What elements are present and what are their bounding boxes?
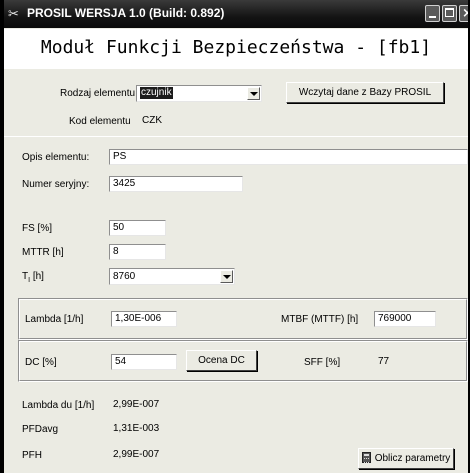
description-input[interactable]: PS — [109, 149, 468, 165]
ti-select[interactable]: 8760 — [109, 268, 235, 285]
lambda-label: Lambda [1/h] — [25, 314, 84, 325]
serial-number-input[interactable]: 3425 — [109, 176, 243, 192]
element-type-group: Rodzaj elementu czujnik Wczytaj dane z B… — [4, 68, 468, 137]
ti-value: 8760 — [113, 271, 136, 282]
sff-field: 77 — [374, 354, 436, 370]
close-icon: × — [462, 6, 468, 21]
app-icon: ✂ — [8, 6, 19, 21]
lambda-input[interactable]: 1,30E-006 — [111, 311, 177, 327]
pfdavg-label: PFDavg — [22, 424, 59, 435]
dc-group: DC [%] 54 Ocena DC SFF [%] 77 — [18, 340, 468, 382]
mtbf-label: MTBF (MTTF) [h] — [281, 314, 359, 325]
mttr-input[interactable]: 8 — [109, 244, 166, 260]
element-type-value: czujnik — [140, 87, 173, 99]
minimize-icon — [429, 16, 436, 18]
pfdavg-field: 1,31E-003 — [109, 421, 169, 437]
pfh-field: 2,99E-007 — [109, 447, 169, 463]
pfh-label: PFH — [22, 450, 42, 461]
calculate-parameters-label: Oblicz parametry — [374, 453, 451, 464]
fs-input[interactable]: 50 — [109, 220, 166, 236]
ti-dropdown-arrow-icon[interactable] — [220, 270, 233, 283]
dc-assessment-button[interactable]: Ocena DC — [186, 350, 257, 371]
title-bar[interactable]: ✂ PROSIL WERSJA 1.0 (Build: 0.892) × — [4, 0, 468, 28]
dropdown-arrow-icon[interactable] — [247, 87, 260, 100]
ti-label: TI [h] — [22, 271, 44, 287]
serial-number-label: Numer seryjny: — [22, 179, 90, 190]
dc-label: DC [%] — [25, 357, 57, 368]
element-type-label: Rodzaj elementu — [60, 88, 136, 99]
window-title: PROSIL WERSJA 1.0 (Build: 0.892) — [27, 6, 225, 20]
minimize-button[interactable] — [425, 5, 440, 22]
close-button[interactable]: × — [459, 5, 468, 22]
load-from-database-button[interactable]: Wczytaj dane z Bazy PROSIL — [286, 82, 444, 103]
fs-label: FS [%] — [22, 223, 53, 234]
module-heading: Moduł Funkcji Bezpieczeństwa - [fb1] — [4, 29, 468, 69]
ti-label-unit: [h] — [30, 271, 44, 282]
main-window: ✂ PROSIL WERSJA 1.0 (Build: 0.892) × Mod… — [0, 0, 470, 473]
description-label: Opis elementu: — [22, 152, 90, 163]
lambda-du-label: Lambda du [1/h] — [22, 400, 95, 411]
mttr-label: MTTR [h] — [22, 247, 64, 258]
sff-label: SFF [%] — [304, 357, 341, 368]
calculate-parameters-button[interactable]: Oblicz parametry — [358, 448, 454, 469]
element-code-label: Kod elementu — [69, 116, 131, 127]
calculator-icon — [361, 452, 371, 463]
maximize-icon — [445, 8, 454, 17]
mtbf-input[interactable]: 769000 — [374, 311, 436, 327]
lambda-du-field: 2,99E-007 — [109, 397, 169, 413]
dc-input[interactable]: 54 — [111, 354, 177, 370]
lambda-group: Lambda [1/h] 1,30E-006 MTBF (MTTF) [h] 7… — [18, 298, 468, 340]
maximize-button[interactable] — [442, 5, 457, 22]
element-type-select[interactable]: czujnik — [136, 85, 262, 102]
element-code-field: CZK — [138, 113, 212, 129]
